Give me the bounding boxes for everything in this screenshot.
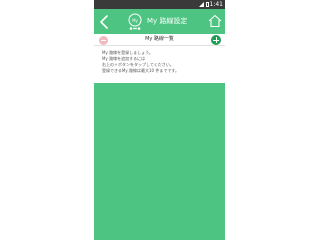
home-icon (208, 14, 222, 28)
back-arrow-icon (100, 15, 108, 29)
signal-icon (199, 2, 204, 7)
title-bar: My My 路線設定 (94, 9, 225, 34)
instructions: My 路線を登録しましょう。 My 路線を追加するには 右上の＋ボタンをタップし… (102, 50, 222, 74)
app-screen: 1:41 My My 路線設定 My 路線一覧 My 路線を登録しましょう。 M… (94, 0, 225, 240)
add-route-button[interactable] (211, 35, 221, 45)
route-list-panel: My 路線一覧 My 路線を登録しましょう。 My 路線を追加するには 右上の＋… (94, 34, 225, 83)
list-header: My 路線一覧 (94, 34, 225, 46)
status-bar: 1:41 (94, 0, 225, 9)
svg-text:My: My (132, 18, 138, 23)
app-logo-icon: My (126, 13, 144, 31)
home-button[interactable] (208, 13, 222, 28)
back-button[interactable] (98, 14, 110, 29)
instruction-line: 登録できるMy 路線は最大10 件までです。 (102, 68, 179, 73)
status-time: 1:41 (209, 1, 223, 8)
list-title: My 路線一覧 (145, 36, 174, 42)
status-icons (199, 0, 209, 9)
page-title: My 路線設定 (147, 17, 188, 25)
